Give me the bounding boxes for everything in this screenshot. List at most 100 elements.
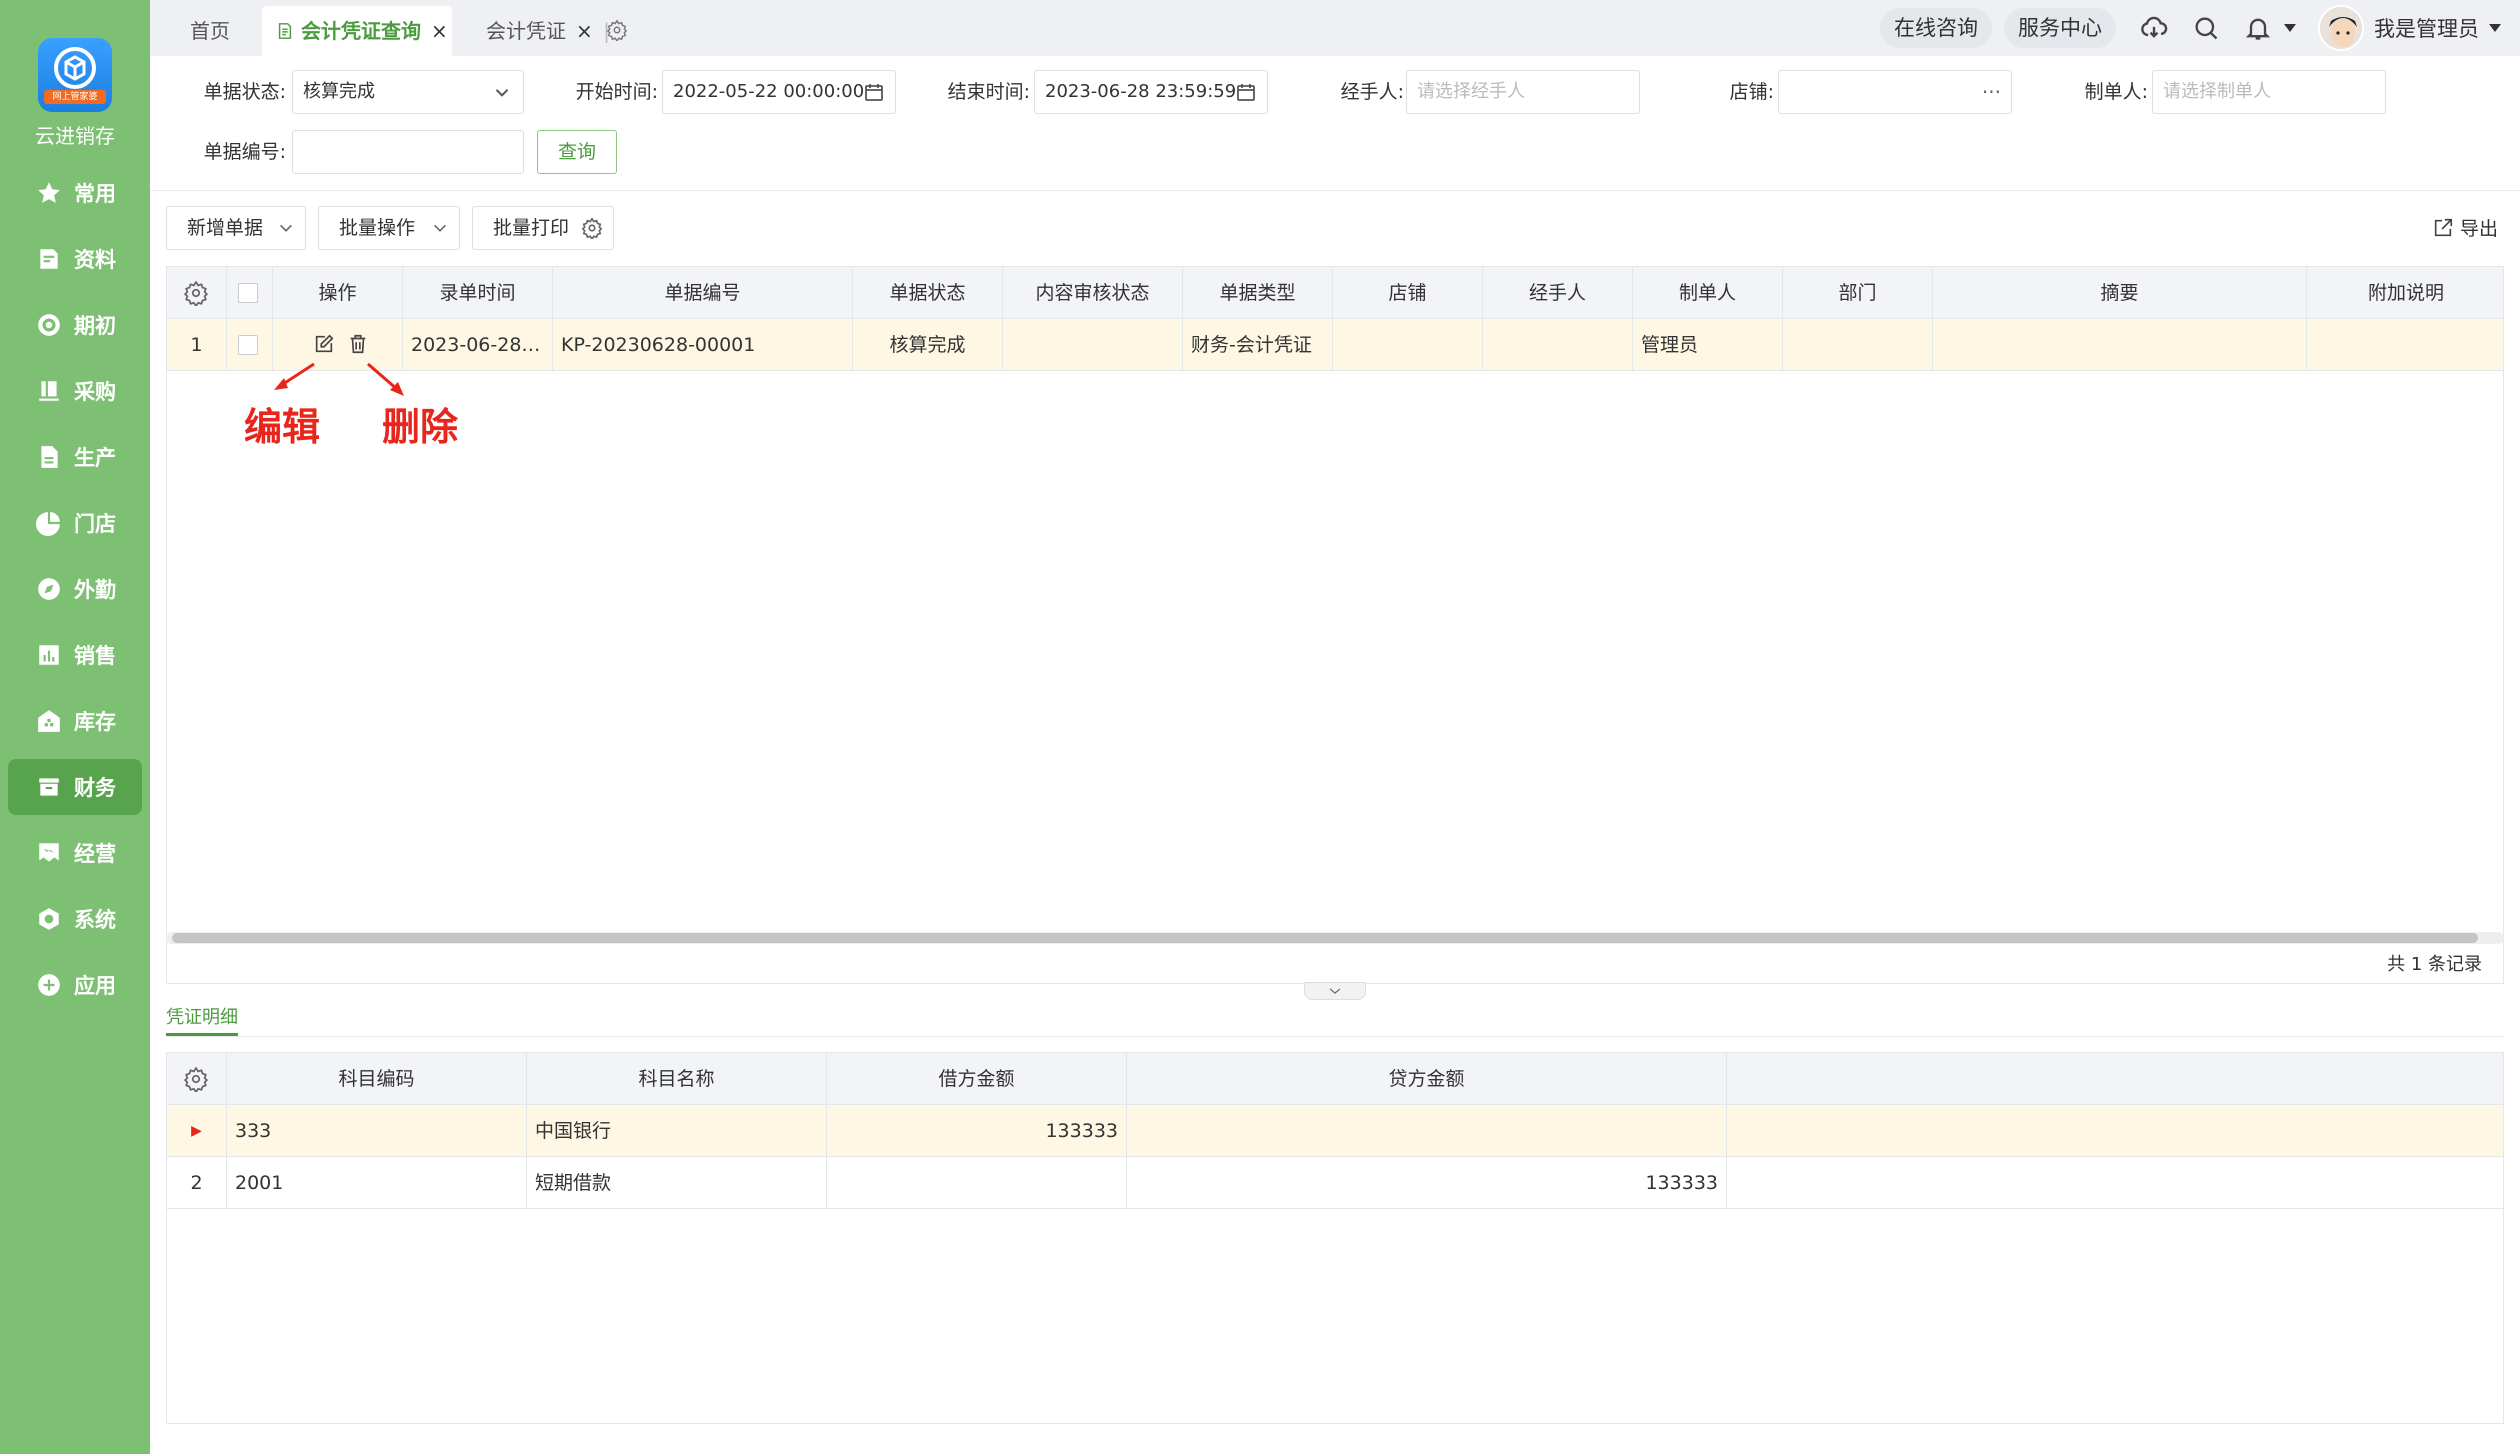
doc-icon	[40, 249, 58, 269]
row-debit	[827, 1157, 1127, 1209]
row-name: 短期借款	[527, 1157, 827, 1209]
search-icon	[2195, 17, 2218, 40]
row-index: 2	[167, 1157, 227, 1209]
col-dept[interactable]: 部门	[1783, 267, 1933, 319]
status-select[interactable]: 核算完成	[292, 70, 524, 114]
close-icon[interactable]: ×	[431, 19, 448, 43]
sidebar-item-label: 销售	[74, 644, 116, 668]
end-time-label: 结束时间:	[947, 81, 1030, 103]
tab-voucher-detail[interactable]: 凭证明细	[166, 1000, 238, 1036]
bell-icon	[2245, 18, 2271, 40]
sidebar-item-finance[interactable]: 财务	[8, 759, 142, 815]
col-shop[interactable]: 店铺	[1333, 267, 1483, 319]
new-doc-button[interactable]: 新增单据	[166, 206, 306, 250]
col-maker[interactable]: 制单人	[1633, 267, 1783, 319]
export-button[interactable]: 导出	[2432, 214, 2498, 241]
sidebar-item-store[interactable]: 门店	[8, 495, 142, 551]
tab-home[interactable]: 首页	[190, 6, 260, 56]
batch-operation-button[interactable]: 批量操作	[318, 206, 460, 250]
sidebar-item-label: 财务	[74, 776, 116, 800]
row-summary	[1933, 319, 2307, 371]
flag-icon	[39, 843, 59, 862]
handler-input[interactable]: 请选择经手人	[1406, 70, 1640, 114]
tab-voucher-query[interactable]: 会计凭证查询 ×	[262, 6, 452, 56]
sidebar-item-field[interactable]: 外勤	[8, 561, 142, 617]
col-doc-no[interactable]: 单据编号	[553, 267, 853, 319]
sidebar-item-production[interactable]: 生产	[8, 429, 142, 485]
gear-icon[interactable]	[581, 217, 603, 239]
table-row[interactable]: ▶ 333 中国银行 133333	[167, 1105, 2503, 1157]
row-credit: 133333	[1127, 1157, 1727, 1209]
notification-button[interactable]	[2240, 10, 2276, 46]
more-icon[interactable]: ···	[1982, 71, 2001, 113]
col-settings	[167, 1053, 227, 1105]
col-time[interactable]: 录单时间	[403, 267, 553, 319]
user-avatar-icon	[2320, 7, 2362, 49]
collapse-toggle[interactable]	[1304, 982, 1366, 1000]
annotation-delete: 删除	[382, 405, 459, 449]
cloud-download-button[interactable]	[2136, 10, 2172, 46]
calendar-icon	[865, 84, 883, 101]
scrollbar-thumb[interactable]	[172, 933, 2478, 943]
detail-table-header: 科目编码 科目名称 借方金额 贷方金额	[167, 1053, 2503, 1105]
row-shop	[1333, 319, 1483, 371]
row-handler	[1483, 319, 1633, 371]
col-audit[interactable]: 内容审核状态	[1003, 267, 1183, 319]
query-button[interactable]: 查询	[537, 130, 617, 174]
col-debit: 借方金额	[827, 1053, 1127, 1105]
col-summary[interactable]: 摘要	[1933, 267, 2307, 319]
row-code: 2001	[227, 1157, 527, 1209]
sidebar-item-purchase[interactable]: 采购	[8, 363, 142, 419]
export-icon	[2434, 218, 2453, 236]
tab-settings[interactable]	[606, 6, 636, 56]
voucher-table: 操作 录单时间 单据编号 单据状态 内容审核状态 单据类型 店铺 经手人 制单人…	[166, 266, 2504, 984]
col-handler[interactable]: 经手人	[1483, 267, 1633, 319]
sidebar-item-label: 库存	[74, 710, 116, 734]
online-consult-button[interactable]: 在线咨询	[1880, 8, 1992, 48]
table-row[interactable]: 1 2023-06-28 1… KP-20230628-00001 核算完成 财…	[167, 319, 2503, 371]
row-note	[2307, 319, 2505, 371]
doc-no-input[interactable]	[292, 130, 524, 174]
sidebar-item-common[interactable]: 常用	[8, 165, 142, 221]
row-checkbox[interactable]	[238, 335, 258, 355]
tab-voucher[interactable]: 会计凭证 × |	[486, 6, 616, 56]
user-name[interactable]: 我是管理员	[2374, 13, 2479, 43]
horizontal-scrollbar[interactable]	[166, 932, 2504, 944]
row-name: 中国银行	[527, 1105, 827, 1157]
sidebar-item-inventory[interactable]: 库存	[8, 693, 142, 749]
shop-input[interactable]: ···	[1778, 70, 2012, 114]
doc-no-label: 单据编号:	[203, 141, 286, 163]
service-center-button[interactable]: 服务中心	[2004, 8, 2116, 48]
batch-print-button[interactable]: 批量打印	[472, 206, 614, 250]
sidebar-item-sales[interactable]: 销售	[8, 627, 142, 683]
sidebar-item-system[interactable]: 系统	[8, 891, 142, 947]
chevron-down-icon[interactable]	[2489, 24, 2501, 32]
search-button[interactable]	[2188, 10, 2224, 46]
end-time-input[interactable]: 2023-06-28 23:59:59	[1034, 70, 1268, 114]
sidebar-item-label: 期初	[74, 314, 116, 338]
col-settings	[167, 267, 227, 319]
col-note[interactable]: 附加说明	[2307, 267, 2505, 319]
avatar[interactable]	[2318, 5, 2364, 51]
book-icon	[39, 381, 59, 401]
col-credit: 贷方金额	[1127, 1053, 1727, 1105]
sidebar-item-operation[interactable]: 经营	[8, 825, 142, 881]
col-status[interactable]: 单据状态	[853, 267, 1003, 319]
start-time-input[interactable]: 2022-05-22 00:00:00	[662, 70, 896, 114]
row-audit	[1003, 319, 1183, 371]
chevron-down-icon	[280, 224, 292, 232]
row-index: 1	[167, 319, 227, 371]
row-debit: 133333	[827, 1105, 1127, 1157]
chevron-down-icon	[1329, 988, 1341, 994]
chevron-down-icon	[434, 224, 446, 232]
annotation-edit: 编辑	[244, 405, 321, 449]
sidebar-item-initial[interactable]: 期初	[8, 297, 142, 353]
table-row[interactable]: 2 2001 短期借款 133333	[167, 1157, 2503, 1209]
sidebar-item-data[interactable]: 资料	[8, 231, 142, 287]
col-type[interactable]: 单据类型	[1183, 267, 1333, 319]
close-icon[interactable]: ×	[576, 19, 593, 43]
chevron-down-icon[interactable]	[2284, 24, 2296, 32]
maker-input[interactable]: 请选择制单人	[2152, 70, 2386, 114]
row-empty	[1727, 1105, 2505, 1157]
sidebar-item-apps[interactable]: 应用	[8, 957, 142, 1013]
